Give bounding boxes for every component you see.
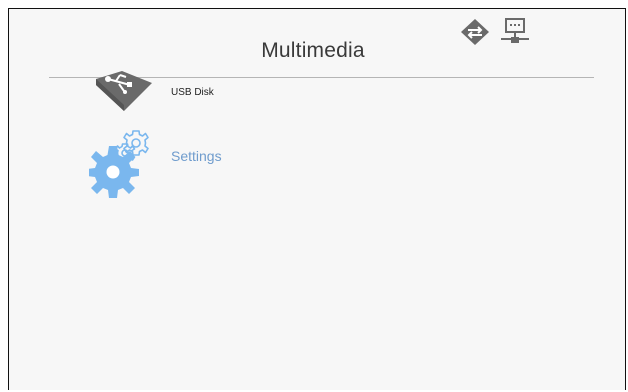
- usb-disk-label: USB Disk: [171, 87, 214, 98]
- settings-gears-icon: [89, 130, 149, 198]
- page-title: Multimedia: [261, 39, 365, 62]
- menu-item-usb-disk[interactable]: USB Disk: [89, 71, 239, 116]
- screen: Multimedia USB Disk Settings: [8, 8, 626, 390]
- usb-disk-icon: [96, 71, 152, 111]
- menu-item-settings[interactable]: Settings: [89, 127, 269, 202]
- settings-label: Settings: [171, 148, 222, 164]
